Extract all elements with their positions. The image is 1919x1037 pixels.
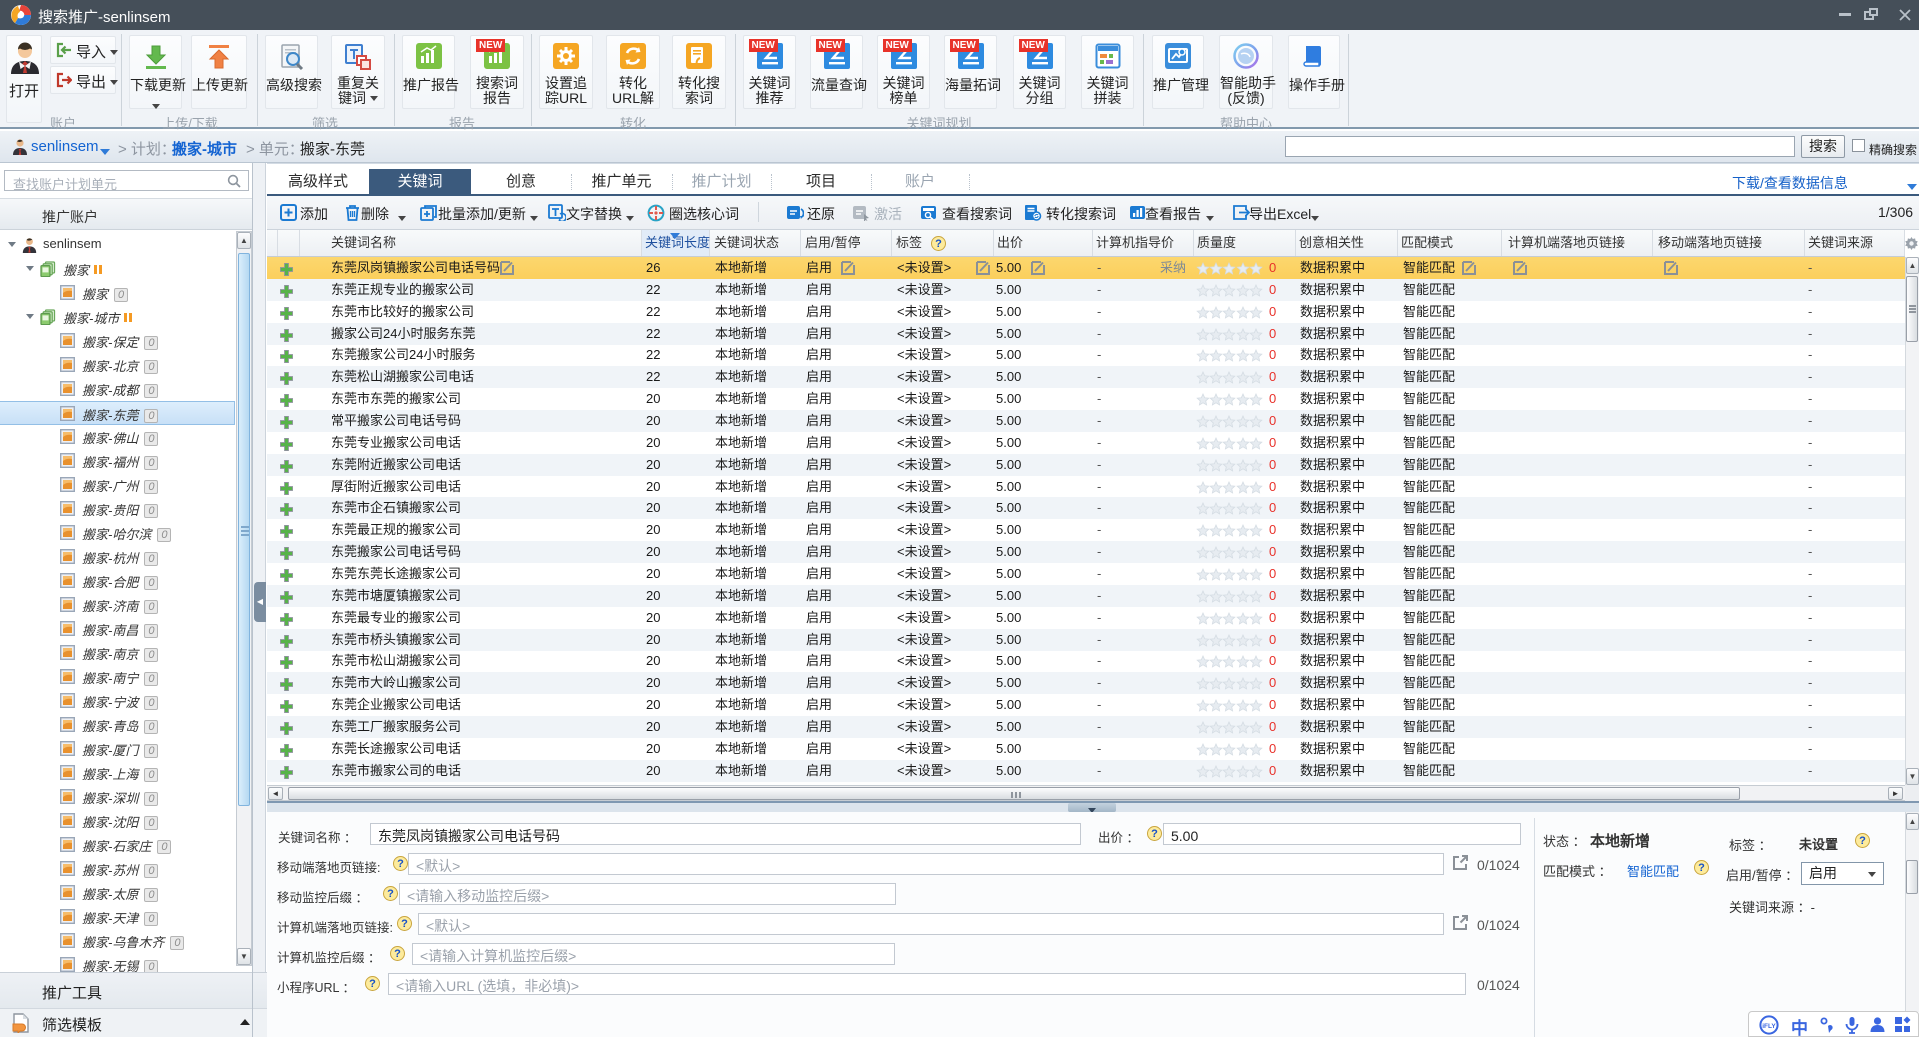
svg-text:iFLY: iFLY xyxy=(1762,1023,1776,1030)
